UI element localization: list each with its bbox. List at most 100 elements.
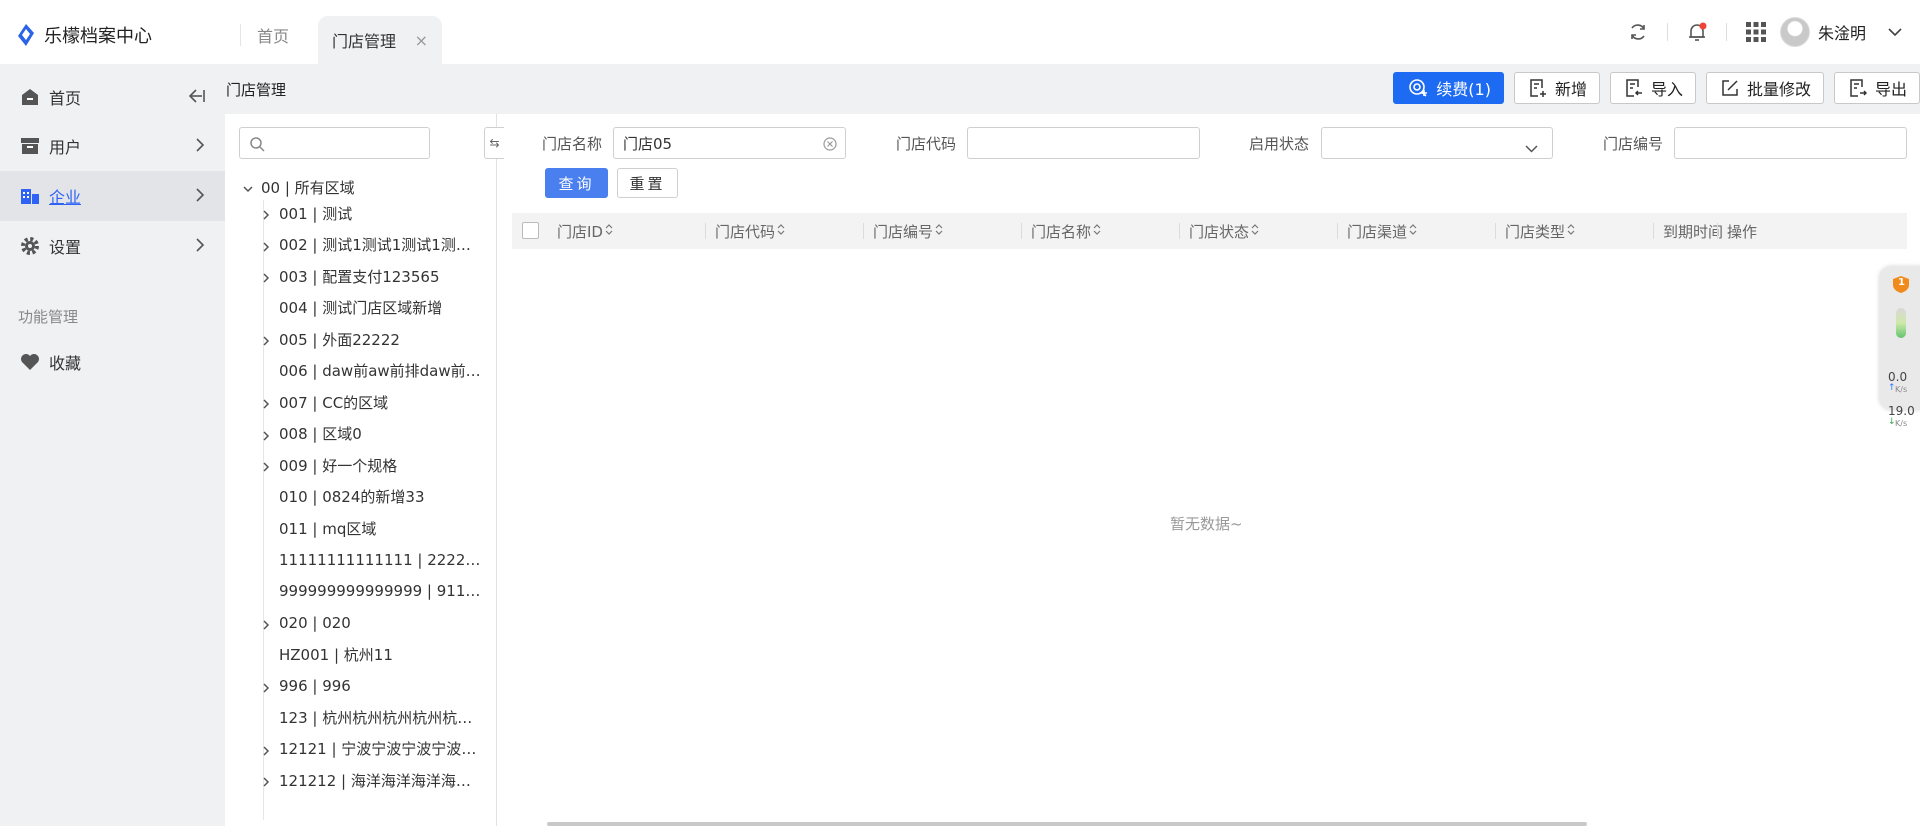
tree-node[interactable]: HZ001 | 杭州11 [260,641,482,667]
renew-button[interactable]: 续费(1) [1393,72,1504,104]
collapse-sidebar-icon[interactable] [188,88,205,107]
export-button[interactable]: 导出 [1833,72,1920,104]
tree-node[interactable]: 12121 | 宁波宁波宁波宁波宁波 [260,736,482,762]
sort-icon[interactable] [1567,222,1575,240]
status-select[interactable] [1321,127,1553,159]
sort-icon[interactable] [1251,222,1259,240]
avatar[interactable] [1779,17,1810,47]
tree-node[interactable]: 007 | CC的区域 [260,389,482,415]
chevron-right-icon[interactable] [260,459,272,477]
chevron-right-icon[interactable] [260,270,272,288]
chevron-right-icon [196,237,205,256]
sidebar-item-enterprise[interactable]: 企业 [0,171,225,221]
tree-node[interactable]: 003 | 配置支付123565 [260,263,482,289]
tree-node[interactable]: 011 | mq区域 [260,515,482,541]
column-separator[interactable] [1021,223,1022,239]
tree-node-label: 010 | 0824的新增33 [279,488,425,506]
batch-edit-button[interactable]: 批量修改 [1705,72,1824,104]
column-separator[interactable] [1717,223,1718,239]
archive-box-icon [20,136,40,156]
chevron-right-icon[interactable] [260,333,272,351]
clear-icon[interactable] [823,137,837,155]
column-header[interactable]: 门店名称 [1031,213,1101,249]
horizontal-scrollbar[interactable] [547,822,1587,826]
add-button[interactable]: 新增 [1513,72,1600,104]
select-all-checkbox[interactable] [522,222,539,239]
column-header[interactable]: 门店渠道 [1347,213,1417,249]
tree-node[interactable]: 020 | 020 [260,610,482,636]
tree-node[interactable]: 11111111111111 | 22222222222 [260,547,482,573]
store-no-input[interactable] [1674,127,1907,159]
query-button[interactable]: 查询 [545,168,608,198]
chevron-right-icon[interactable] [260,207,272,225]
store-name-input[interactable]: 门店05 [613,127,846,159]
tree-node[interactable]: 002 | 测试1测试1测试1测试1测试1 [260,232,482,258]
column-header[interactable]: 门店编号 [873,213,943,249]
home-icon [20,87,40,107]
sort-icon[interactable] [935,222,943,240]
top-bar: 乐檬档案中心 首页 门店管理 × 朱淦明 [0,0,1920,64]
chevron-down-icon[interactable] [242,181,254,199]
tree-node[interactable]: 004 | 测试门店区域新增 [260,295,482,321]
tree-node-label: HZ001 | 杭州11 [279,645,393,664]
tree-node[interactable]: 009 | 好一个规格 [260,452,482,478]
apps-grid-icon[interactable] [1744,20,1768,44]
column-header[interactable]: 门店ID [557,213,613,249]
tree-node-label: 006 | daw前aw前排daw前排daw [279,362,482,380]
bell-icon[interactable] [1685,20,1709,44]
column-separator[interactable] [1337,223,1338,239]
column-separator[interactable] [1495,223,1496,239]
tree-node[interactable]: 001 | 测试 [260,200,482,226]
tree-search-input[interactable] [239,127,430,159]
sort-icon[interactable] [1409,222,1417,240]
tree-node[interactable]: 999999999999999 | 9111111111 [260,578,482,604]
tree-node[interactable]: 008 | 区域0 [260,421,482,447]
tree-node[interactable]: 005 | 外面22222 [260,326,482,352]
tree-node[interactable]: 121212 | 海洋海洋海洋海洋海洋 [260,767,482,793]
column-separator[interactable] [705,223,706,239]
tab-close-icon[interactable]: × [415,31,428,50]
column-separator[interactable] [1179,223,1180,239]
sidebar-item-users[interactable]: 用户 [0,121,225,171]
sidebar-item-label: 用户 [49,138,82,157]
tree-node[interactable]: 010 | 0824的新增33 [260,484,482,510]
column-separator[interactable] [1653,223,1654,239]
column-header[interactable]: 门店状态 [1189,213,1259,249]
reset-button[interactable]: 重置 [617,168,678,198]
chevron-right-icon[interactable] [260,774,272,792]
tree-collapse-toggle-icon[interactable]: ⇆ [484,127,504,159]
chevron-right-icon[interactable] [260,396,272,414]
app-logo[interactable]: 乐檬档案中心 [16,22,152,48]
chevron-right-icon[interactable] [260,428,272,446]
network-speed-widget[interactable]: 1 0.0 ↑ K/s 19.0 ↓ K/s [1880,266,1920,428]
sidebar-item-favorites[interactable]: 收藏 [0,337,225,387]
tree-node-label: 011 | mq区域 [279,519,377,538]
tree-node-label: 004 | 测试门店区域新增 [279,299,443,317]
refresh-icon[interactable] [1626,20,1650,44]
chevron-right-icon[interactable] [260,680,272,698]
tree-root-node[interactable]: 00 | 所有区域 [242,174,482,200]
user-name[interactable]: 朱淦明 [1818,20,1866,44]
chevron-right-icon[interactable] [260,239,272,257]
column-header[interactable]: 门店代码 [715,213,785,249]
column-header[interactable]: 门店类型 [1505,213,1575,249]
store-code-input[interactable] [967,127,1200,159]
sidebar-item-home[interactable]: 首页 [0,72,225,122]
tree-node[interactable]: 006 | daw前aw前排daw前排daw [260,358,482,384]
column-header-label: 到期时间 [1663,222,1724,241]
tree-node[interactable]: 996 | 996 [260,673,482,699]
tree-node-label: 996 | 996 [279,676,351,695]
tab-store-management[interactable]: 门店管理 × [318,16,442,64]
chevron-right-icon[interactable] [260,617,272,635]
divider [1725,23,1727,41]
column-separator[interactable] [863,223,864,239]
tree-node[interactable]: 123 | 杭州杭州杭州杭州杭州杭州 [260,704,482,730]
import-button[interactable]: 导入 [1609,72,1696,104]
tab-home[interactable]: 首页 [240,24,305,46]
sort-icon[interactable] [777,222,785,240]
sidebar-item-settings[interactable]: 设置 [0,221,225,271]
sort-icon[interactable] [1093,222,1101,240]
sort-icon[interactable] [605,222,613,240]
chevron-down-icon[interactable] [1888,23,1902,41]
chevron-right-icon[interactable] [260,743,272,761]
